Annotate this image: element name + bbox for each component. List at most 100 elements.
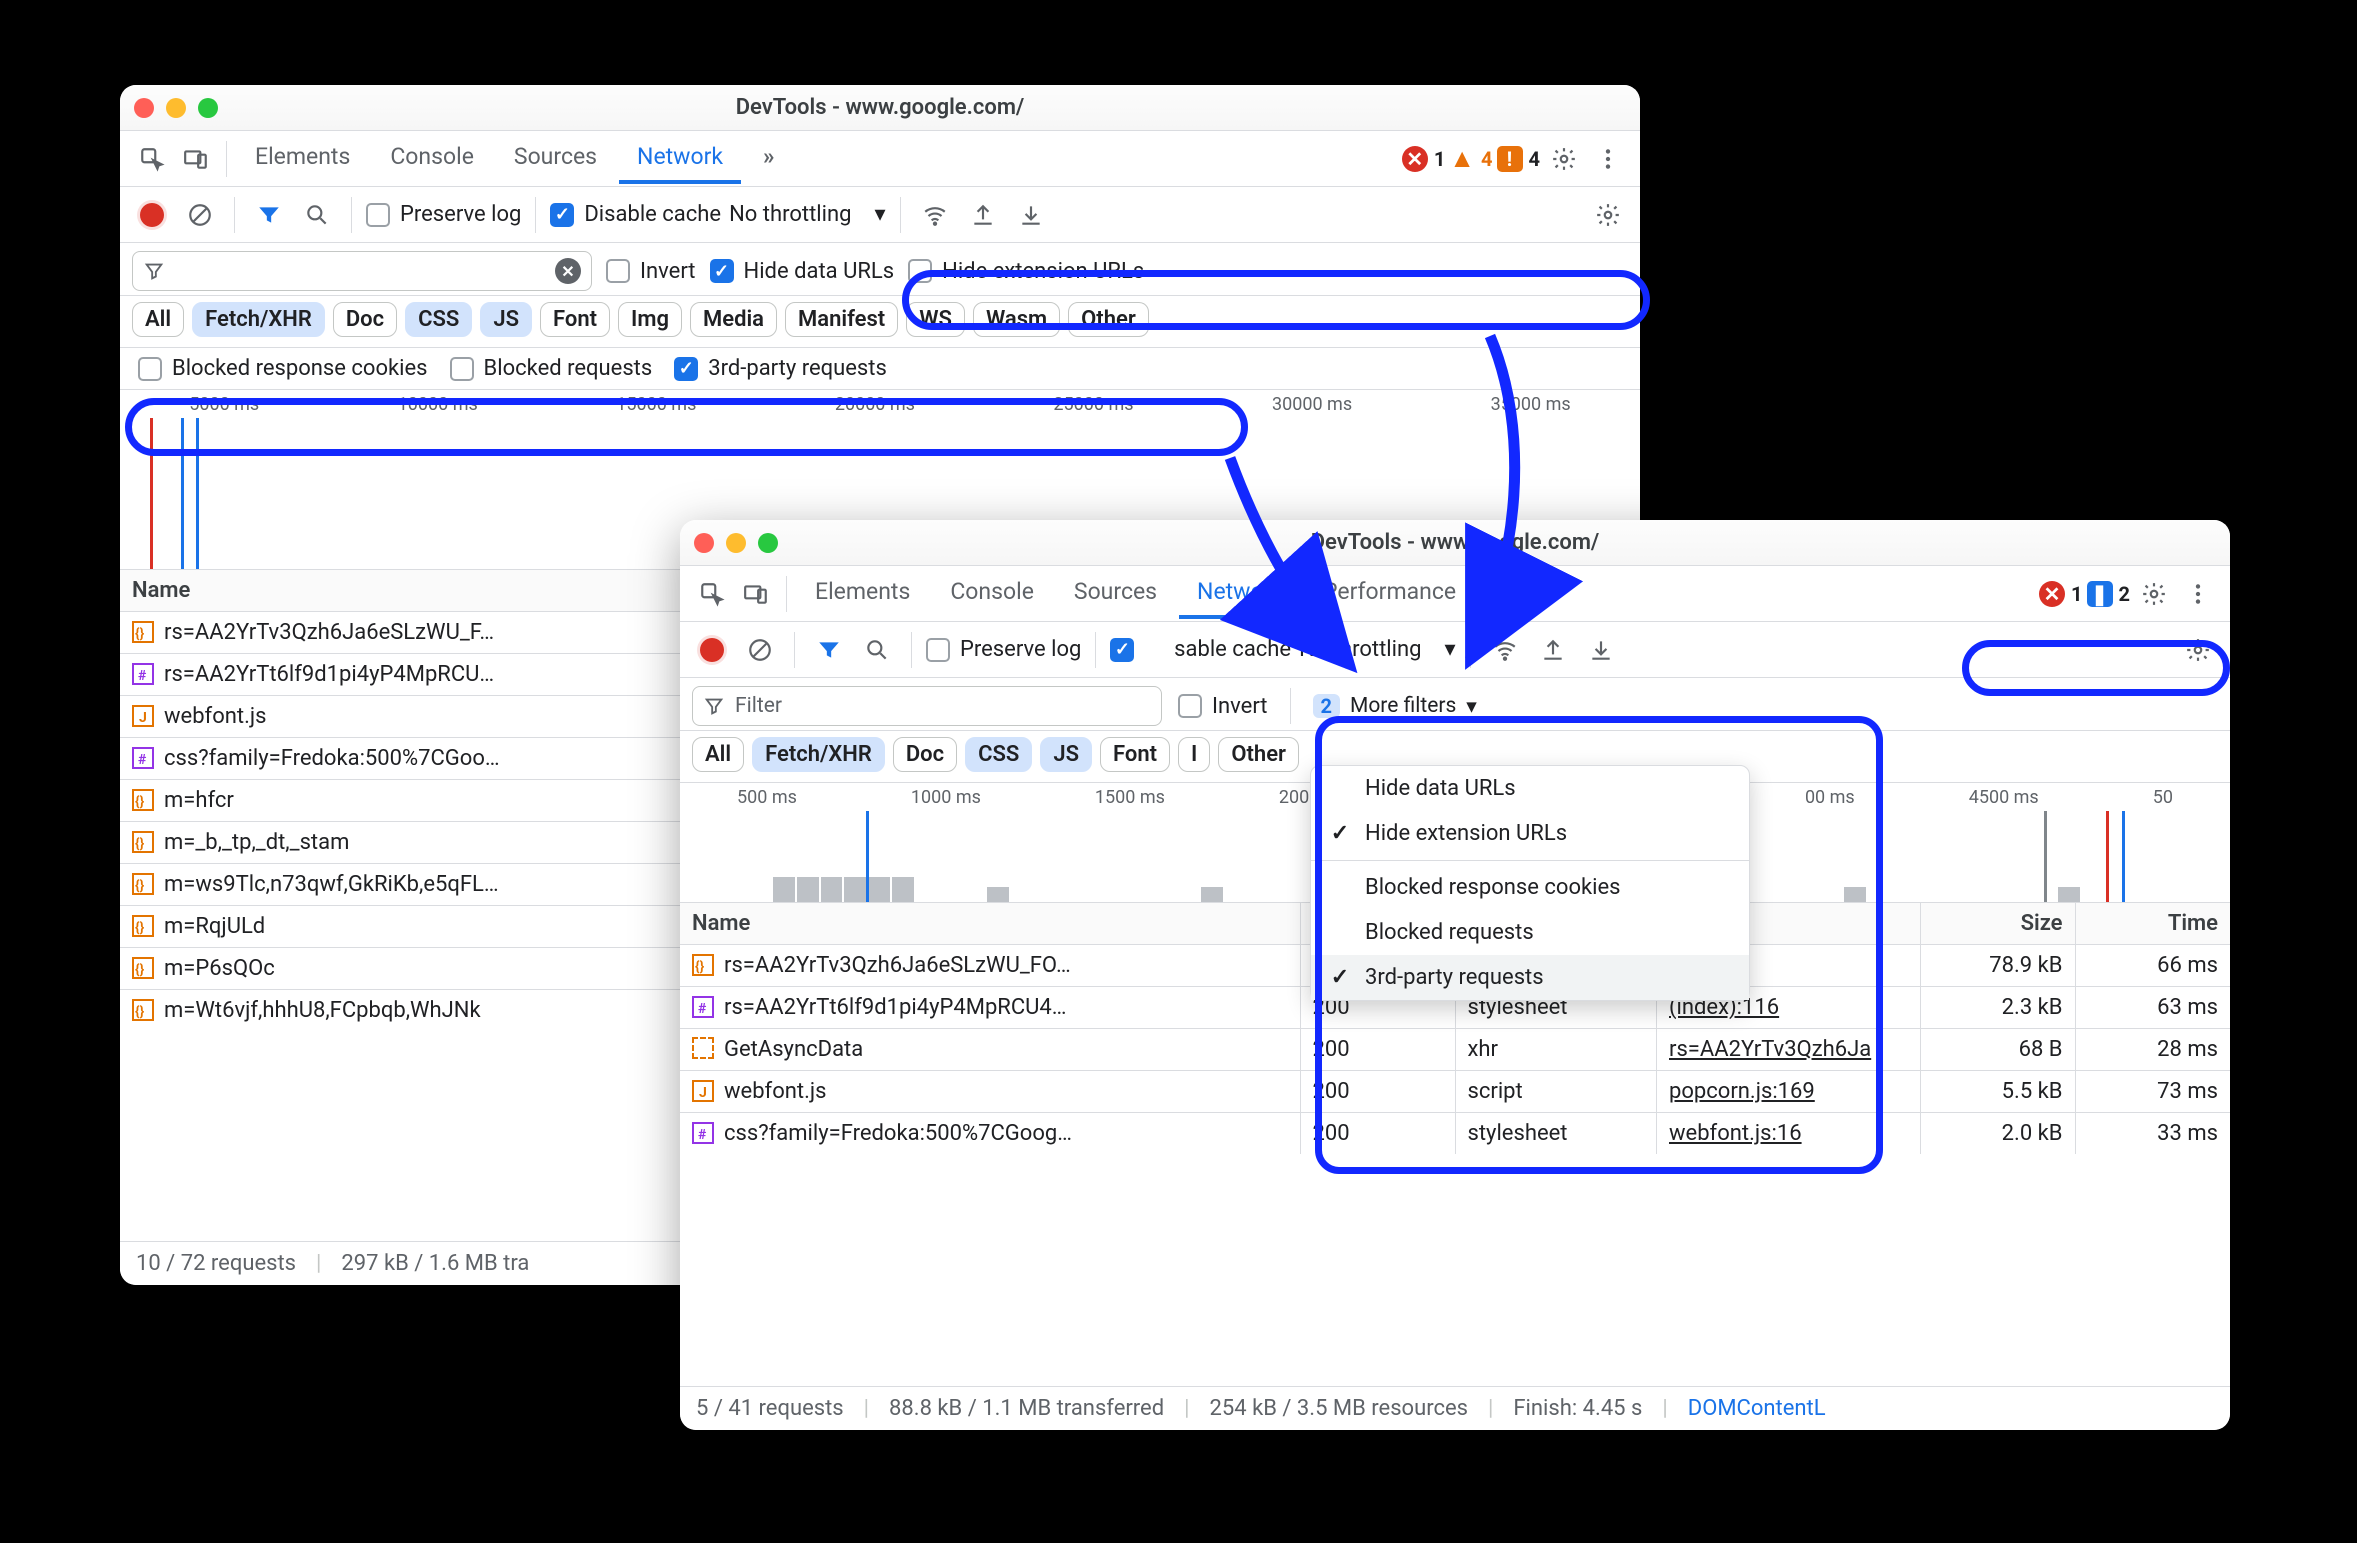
device-icon[interactable] — [176, 139, 216, 179]
record-button[interactable] — [132, 195, 172, 235]
download-icon[interactable] — [1011, 195, 1051, 235]
tab-elements[interactable]: Elements — [237, 133, 368, 184]
tab-sources[interactable]: Sources — [496, 133, 615, 184]
throttling-select[interactable]: No throttling ▾ — [1299, 637, 1455, 662]
chip-doc[interactable]: Doc — [333, 302, 397, 337]
third-party-requests-checkbox[interactable]: ✓3rd-party requests — [674, 356, 887, 381]
kebab-icon[interactable] — [2178, 574, 2218, 614]
col-header[interactable]: Time — [2075, 903, 2230, 945]
more-tabs[interactable]: » — [745, 133, 793, 184]
preserve-log-checkbox[interactable]: Preserve log — [366, 202, 521, 227]
disable-cache-checkbox[interactable]: ✓Disable cache — [550, 202, 721, 227]
menu-item[interactable]: Blocked response cookies — [1311, 865, 1749, 910]
search-icon[interactable] — [857, 630, 897, 670]
device-icon[interactable] — [736, 574, 776, 614]
errors-badge[interactable]: ✕ 1 — [2039, 581, 2082, 607]
tab-console[interactable]: Console — [932, 568, 1052, 619]
col-header[interactable]: Name — [680, 903, 1300, 945]
table-row[interactable]: css?family=Fredoka:500%7CGoog…200stylesh… — [680, 1113, 2230, 1155]
tab-console[interactable]: Console — [372, 133, 492, 184]
chip-wasm[interactable]: Wasm — [973, 302, 1060, 337]
chip-manifest[interactable]: Manifest — [785, 302, 898, 337]
chip-i[interactable]: I — [1178, 737, 1210, 772]
devtools-window-2: DevTools - www.google.com/ Elements Cons… — [680, 520, 2230, 1430]
blocked-requests-checkbox[interactable]: Blocked requests — [450, 356, 653, 381]
funnel-icon — [703, 695, 725, 717]
chip-js[interactable]: JS — [1040, 737, 1092, 772]
inspect-icon[interactable] — [132, 139, 172, 179]
chip-media[interactable]: Media — [690, 302, 777, 337]
filter-input[interactable]: Filter — [692, 686, 1162, 726]
invert-checkbox[interactable]: Invert — [1178, 694, 1268, 719]
clear-filter-icon[interactable]: ✕ — [555, 258, 581, 284]
more-tabs[interactable]: » — [1478, 568, 1526, 619]
chip-font[interactable]: Font — [1100, 737, 1170, 772]
settings-icon[interactable] — [1588, 195, 1628, 235]
filter-input[interactable]: ✕ — [132, 251, 592, 291]
initiator-link[interactable]: rs=AA2YrTv3Qzh6Ja — [1669, 1037, 1871, 1062]
chip-img[interactable]: Img — [618, 302, 682, 337]
filter-toggle-icon[interactable] — [809, 630, 849, 670]
errors-badge[interactable]: ✕ 1 — [1402, 146, 1445, 172]
status-segment: 254 kB / 3.5 MB resources — [1184, 1396, 1468, 1421]
warnings-badge[interactable]: ▲ 4 — [1449, 143, 1492, 174]
tab-performance[interactable]: Performance — [1305, 568, 1474, 619]
chip-all[interactable]: All — [132, 302, 184, 337]
settings-icon[interactable] — [1544, 139, 1584, 179]
chip-css[interactable]: CSS — [405, 302, 472, 337]
chip-js[interactable]: JS — [480, 302, 532, 337]
info-badge[interactable]: ❚ 2 — [2087, 581, 2130, 607]
initiator-link[interactable]: webfont.js:16 — [1669, 1121, 1802, 1146]
menu-item[interactable]: Blocked requests — [1311, 910, 1749, 955]
tab-network[interactable]: Network — [619, 133, 741, 184]
chip-font[interactable]: Font — [540, 302, 610, 337]
chip-other[interactable]: Other — [1218, 737, 1299, 772]
warning-icon: ▲ — [1449, 143, 1475, 174]
chip-all[interactable]: All — [692, 737, 744, 772]
chip-fetch-xhr[interactable]: Fetch/XHR — [192, 302, 325, 337]
settings-icon[interactable] — [2134, 574, 2174, 614]
separator — [226, 141, 227, 177]
chip-doc[interactable]: Doc — [893, 737, 957, 772]
menu-item[interactable]: Hide data URLs — [1311, 766, 1749, 811]
inspect-icon[interactable] — [692, 574, 732, 614]
table-row[interactable]: webfont.js200scriptpopcorn.js:1695.5 kB7… — [680, 1071, 2230, 1113]
hide-data-urls-checkbox[interactable]: ✓Hide data URLs — [710, 259, 895, 284]
menu-item[interactable]: ✓3rd-party requests — [1311, 955, 1749, 1000]
col-header[interactable]: Size — [1920, 903, 2075, 945]
network-conditions-icon[interactable] — [1485, 630, 1525, 670]
preserve-log-checkbox[interactable]: Preserve log — [926, 637, 1081, 662]
clear-button[interactable] — [180, 195, 220, 235]
blocked-response-cookies-checkbox[interactable]: Blocked response cookies — [138, 356, 428, 381]
chip-ws[interactable]: WS — [906, 302, 965, 337]
tab-elements[interactable]: Elements — [797, 568, 928, 619]
tab-sources[interactable]: Sources — [1056, 568, 1175, 619]
js-file-icon — [132, 621, 154, 643]
upload-icon[interactable] — [1533, 630, 1573, 670]
tab-network[interactable]: Network — [1179, 568, 1301, 619]
clear-button[interactable] — [740, 630, 780, 670]
menu-item[interactable]: ✓Hide extension URLs — [1311, 811, 1749, 856]
disable-cache-checkbox[interactable]: ✓ Disable cache — [1110, 637, 1291, 662]
upload-icon[interactable] — [963, 195, 1003, 235]
initiator-link[interactable]: popcorn.js:169 — [1669, 1079, 1815, 1104]
invert-checkbox[interactable]: Invert — [606, 259, 696, 284]
info-badge[interactable]: ! 4 — [1497, 146, 1540, 172]
download-icon[interactable] — [1581, 630, 1621, 670]
throttling-select[interactable]: No throttling ▾ — [729, 202, 885, 227]
chip-other[interactable]: Other — [1068, 302, 1149, 337]
search-icon[interactable] — [297, 195, 337, 235]
menu-item-label: Hide extension URLs — [1365, 821, 1567, 846]
hide-extension-urls-checkbox[interactable]: Hide extension URLs — [908, 259, 1144, 284]
table-row[interactable]: GetAsyncData200xhrrs=AA2YrTv3Qzh6Ja68 B2… — [680, 1029, 2230, 1071]
status-segment: 297 kB / 1.6 MB tra — [316, 1251, 529, 1276]
record-button[interactable] — [692, 630, 732, 670]
more-filters-dropdown[interactable]: 2 More filters ▾ — [1313, 694, 1477, 719]
kebab-icon[interactable] — [1588, 139, 1628, 179]
network-conditions-icon[interactable] — [915, 195, 955, 235]
settings-icon[interactable] — [2178, 630, 2218, 670]
filter-toggle-icon[interactable] — [249, 195, 289, 235]
chip-css[interactable]: CSS — [965, 737, 1032, 772]
tabs-bar: Elements Console Sources Network » ✕ 1 ▲… — [120, 131, 1640, 187]
chip-fetch-xhr[interactable]: Fetch/XHR — [752, 737, 885, 772]
